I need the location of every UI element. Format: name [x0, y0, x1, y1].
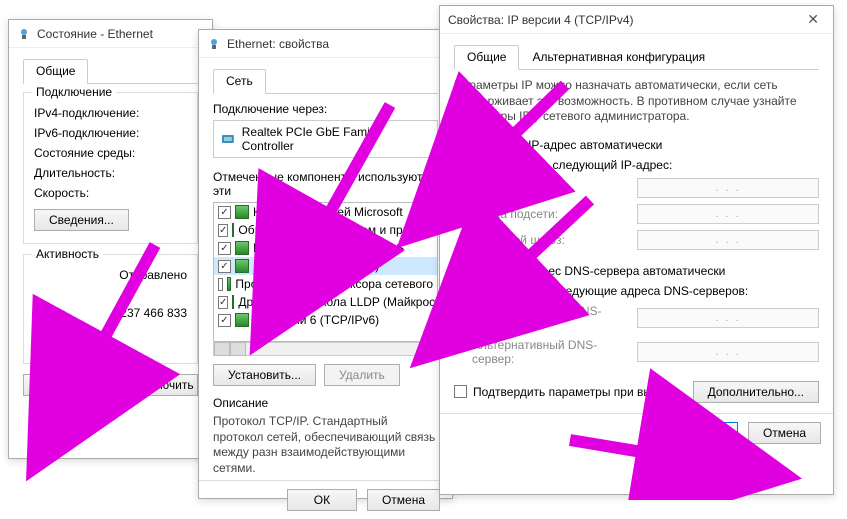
dns1-field: . . . — [637, 308, 819, 328]
ok-button[interactable]: ОК — [668, 422, 738, 444]
dns1-label: Предпочитаемый DNS-сервер: — [472, 304, 637, 332]
component-item[interactable]: Общий доступ к файлам и принтера — [214, 221, 437, 239]
radio-ip-manual[interactable]: Использовать следующий IP-адрес: — [454, 155, 819, 175]
disable-button[interactable]: Отключить — [111, 374, 198, 396]
tabs: Сеть — [213, 68, 438, 94]
intro-text: Параметры IP можно назначать автоматичес… — [454, 78, 819, 125]
radio-dns-auto-label: Получить адрес DNS-сервера автоматически — [472, 264, 725, 278]
components-label: Отмеченные компоненты используются эти — [213, 170, 438, 198]
ethernet-props-window: Ethernet: свойства Сеть Подключение чере… — [198, 29, 453, 499]
bytes-sent-value: 237 466 833 — [120, 306, 187, 320]
component-item[interactable]: IP версии 4 (TCP/IPv4) — [214, 257, 437, 275]
ip-field: . . . — [637, 178, 819, 198]
protocol-icon — [235, 205, 249, 219]
details-button[interactable]: Сведения... — [34, 209, 129, 231]
checkbox-icon[interactable] — [218, 260, 231, 273]
remove-button: Удалить — [324, 364, 400, 386]
ok-button[interactable]: ОК — [287, 489, 357, 511]
checkbox-icon[interactable] — [218, 224, 228, 237]
protocol-icon — [232, 295, 234, 309]
components-list[interactable]: Клиент для сетей Microsoft Общий доступ к… — [213, 202, 438, 342]
tab-general[interactable]: Общие — [454, 45, 519, 70]
checkbox-icon[interactable] — [218, 296, 228, 309]
checkbox-icon[interactable] — [218, 242, 231, 255]
component-label: Планировщик пакетов QoS — [253, 241, 404, 255]
checkbox-icon[interactable] — [218, 278, 223, 291]
checkbox-icon[interactable] — [218, 206, 231, 219]
connect-via-label: Подключение через: — [213, 102, 438, 116]
tabs: Общие — [23, 58, 198, 84]
radio-ip-auto-label: Получить IP-адрес автоматически — [472, 138, 662, 152]
h-scrollbar[interactable] — [213, 342, 438, 356]
gw-field: . . . — [637, 230, 819, 250]
checkbox-icon[interactable] — [218, 314, 231, 327]
component-item[interactable]: Драйвер протокола LLDP (Майкрос — [214, 293, 437, 311]
tab-network[interactable]: Сеть — [213, 69, 266, 94]
titlebar: Свойства: IP версии 4 (TCP/IPv4) ✕ — [440, 6, 833, 34]
tab-altconfig[interactable]: Альтернативная конфигурация — [519, 45, 718, 70]
component-label: Протокол мультиплексора сетевого — [235, 277, 433, 291]
close-icon[interactable]: ✕ — [801, 11, 825, 28]
properties-button[interactable]: Свойства — [23, 374, 105, 396]
ipv6-label: IPv6-подключение: — [34, 126, 139, 140]
radio-dns-manual-label: Использовать следующие адреса DNS-сервер… — [472, 284, 748, 298]
component-label: Драйвер протокола LLDP (Майкрос — [238, 295, 435, 309]
titlebar: Состояние - Ethernet — [9, 20, 212, 48]
dns2-label: Альтернативный DNS-сервер: — [472, 338, 637, 366]
radio-dns-auto[interactable]: Получить адрес DNS-сервера автоматически — [454, 261, 819, 281]
bytes-label: Байт: — [34, 306, 64, 320]
radio-dns-manual[interactable]: Использовать следующие адреса DNS-сервер… — [454, 281, 819, 301]
legend: Подключение — [32, 85, 116, 99]
titlebar: Ethernet: свойства — [199, 30, 452, 58]
cancel-button[interactable]: Отмена — [748, 422, 821, 444]
confirm-label: Подтвердить параметры при выходе — [473, 385, 678, 399]
component-label: IP версии 4 (TCP/IPv4) — [253, 259, 379, 273]
component-item[interactable]: IP версии 6 (TCP/IPv6) — [214, 311, 437, 329]
adapter-field: Realtek PCIe GbE Family Controller — [213, 120, 438, 158]
title: Состояние - Ethernet — [37, 27, 153, 41]
protocol-icon — [235, 241, 249, 255]
protocol-icon — [235, 259, 249, 273]
activity-group: Активность Отправлено Байт:237 466 833 — [23, 254, 198, 364]
tabs: Общие Альтернативная конфигурация — [454, 44, 819, 70]
ipv4-props-window: Свойства: IP версии 4 (TCP/IPv4) ✕ Общие… — [439, 5, 834, 495]
protocol-icon — [227, 277, 232, 291]
advanced-button[interactable]: Дополнительно... — [693, 381, 819, 403]
component-item[interactable]: Планировщик пакетов QoS — [214, 239, 437, 257]
title: Ethernet: свойства — [227, 37, 329, 51]
mask-field: . . . — [637, 204, 819, 224]
connection-group: Подключение IPv4-подключение: IPv6-подкл… — [23, 92, 198, 244]
ip-label: IP-адрес: — [472, 181, 637, 195]
desc-text: Протокол TCP/IP. Стандартный протокол се… — [213, 414, 438, 476]
legend: Активность — [32, 247, 103, 261]
ipv4-label: IPv4-подключение: — [34, 106, 139, 120]
ethernet-icon — [17, 27, 31, 41]
adapter-name: Realtek PCIe GbE Family Controller — [242, 125, 431, 153]
dns2-field: . . . — [637, 342, 819, 362]
cancel-button[interactable]: Отмена — [367, 489, 440, 511]
speed-label: Скорость: — [34, 186, 89, 200]
tab-general[interactable]: Общие — [23, 59, 88, 84]
component-label: Клиент для сетей Microsoft — [253, 205, 403, 219]
status-window: Состояние - Ethernet Общие Подключение I… — [8, 19, 213, 459]
radio-ip-auto[interactable]: Получить IP-адрес автоматически — [454, 135, 819, 155]
component-label: IP версии 6 (TCP/IPv6) — [253, 313, 379, 327]
mask-label: Маска подсети: — [472, 207, 637, 221]
desc-legend: Описание — [213, 396, 438, 410]
confirm-checkbox[interactable] — [454, 385, 467, 398]
title: Свойства: IP версии 4 (TCP/IPv4) — [448, 13, 634, 27]
sent-label: Отправлено — [119, 268, 187, 282]
ethernet-icon — [207, 37, 221, 51]
protocol-icon — [232, 223, 234, 237]
gw-label: Основной шлюз: — [472, 233, 637, 247]
protocol-icon — [235, 313, 249, 327]
install-button[interactable]: Установить... — [213, 364, 316, 386]
component-item[interactable]: Протокол мультиплексора сетевого — [214, 275, 437, 293]
component-label: Общий доступ к файлам и принтера — [238, 223, 438, 237]
duration-label: Длительность: — [34, 166, 115, 180]
component-item[interactable]: Клиент для сетей Microsoft — [214, 203, 437, 221]
nic-icon — [220, 131, 236, 147]
media-label: Состояние среды: — [34, 146, 135, 160]
radio-ip-manual-label: Использовать следующий IP-адрес: — [472, 158, 672, 172]
